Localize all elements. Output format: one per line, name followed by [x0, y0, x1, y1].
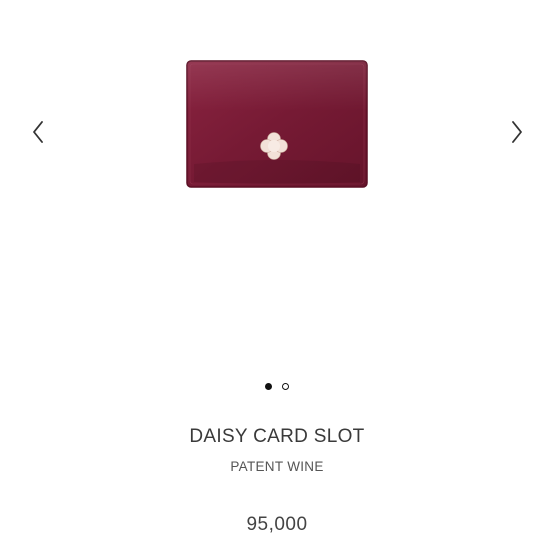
product-name: DAISY CARD SLOT — [189, 426, 365, 447]
product-image — [186, 60, 368, 188]
carousel-pagination — [0, 380, 554, 392]
chevron-left-icon — [33, 121, 43, 143]
product-variant: PATENT WINE — [230, 459, 324, 474]
card-holder-image — [186, 60, 368, 188]
product-price: 95,000 — [246, 514, 308, 535]
carousel-dot-2[interactable] — [282, 382, 289, 390]
chevron-right-icon — [512, 121, 522, 143]
image-carousel — [0, 0, 554, 360]
carousel-next-button[interactable] — [499, 112, 535, 152]
carousel-dot-1[interactable] — [265, 382, 272, 390]
product-page: DAISY CARD SLOT PATENT WINE 95,000 — [0, 0, 554, 554]
carousel-prev-button[interactable] — [20, 112, 56, 152]
